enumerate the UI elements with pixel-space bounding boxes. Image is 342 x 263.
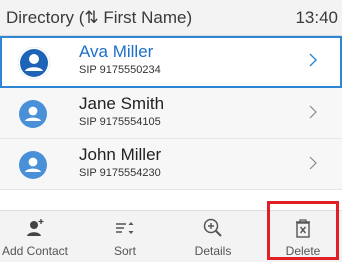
contact-number: SIP 9175550234 xyxy=(79,64,161,76)
contact-number: SIP 9175554230 xyxy=(79,167,161,179)
contact-number: SIP 9175554105 xyxy=(79,116,161,128)
add-contact-button[interactable]: Add Contact xyxy=(0,211,70,263)
contact-name: John Miller xyxy=(79,145,162,164)
sort-icon xyxy=(116,222,134,234)
add-contact-icon xyxy=(27,219,44,236)
person-avatar-icon xyxy=(18,47,50,79)
chevron-right-icon xyxy=(309,156,317,170)
page-title: Directory (⇅ First Name) xyxy=(6,8,193,27)
contact-list: Ava Miller SIP 9175550234 Jane Smith SIP… xyxy=(0,36,342,190)
person-avatar-icon xyxy=(19,100,47,128)
sort-button[interactable]: Sort xyxy=(90,211,160,263)
contact-name: Ava Miller xyxy=(79,42,154,61)
title-bar: Directory (⇅ First Name) 13:40 xyxy=(0,0,342,36)
contact-row[interactable]: Ava Miller SIP 9175550234 xyxy=(0,36,342,88)
contact-row[interactable]: John Miller SIP 9175554230 xyxy=(0,139,342,190)
contact-name: Jane Smith xyxy=(79,94,165,113)
details-zoom-icon xyxy=(203,218,222,237)
softkey-label: Add Contact xyxy=(1,244,69,258)
chevron-right-icon xyxy=(309,53,317,67)
softkey-label: Sort xyxy=(113,244,136,258)
softkey-label: Details xyxy=(194,244,232,258)
delete-highlight-frame xyxy=(267,201,339,260)
chevron-right-icon xyxy=(309,105,317,119)
contact-row[interactable]: Jane Smith SIP 9175554105 xyxy=(0,88,342,139)
details-button[interactable]: Details xyxy=(178,211,248,263)
person-avatar-icon xyxy=(19,151,47,179)
clock: 13:40 xyxy=(295,8,338,27)
